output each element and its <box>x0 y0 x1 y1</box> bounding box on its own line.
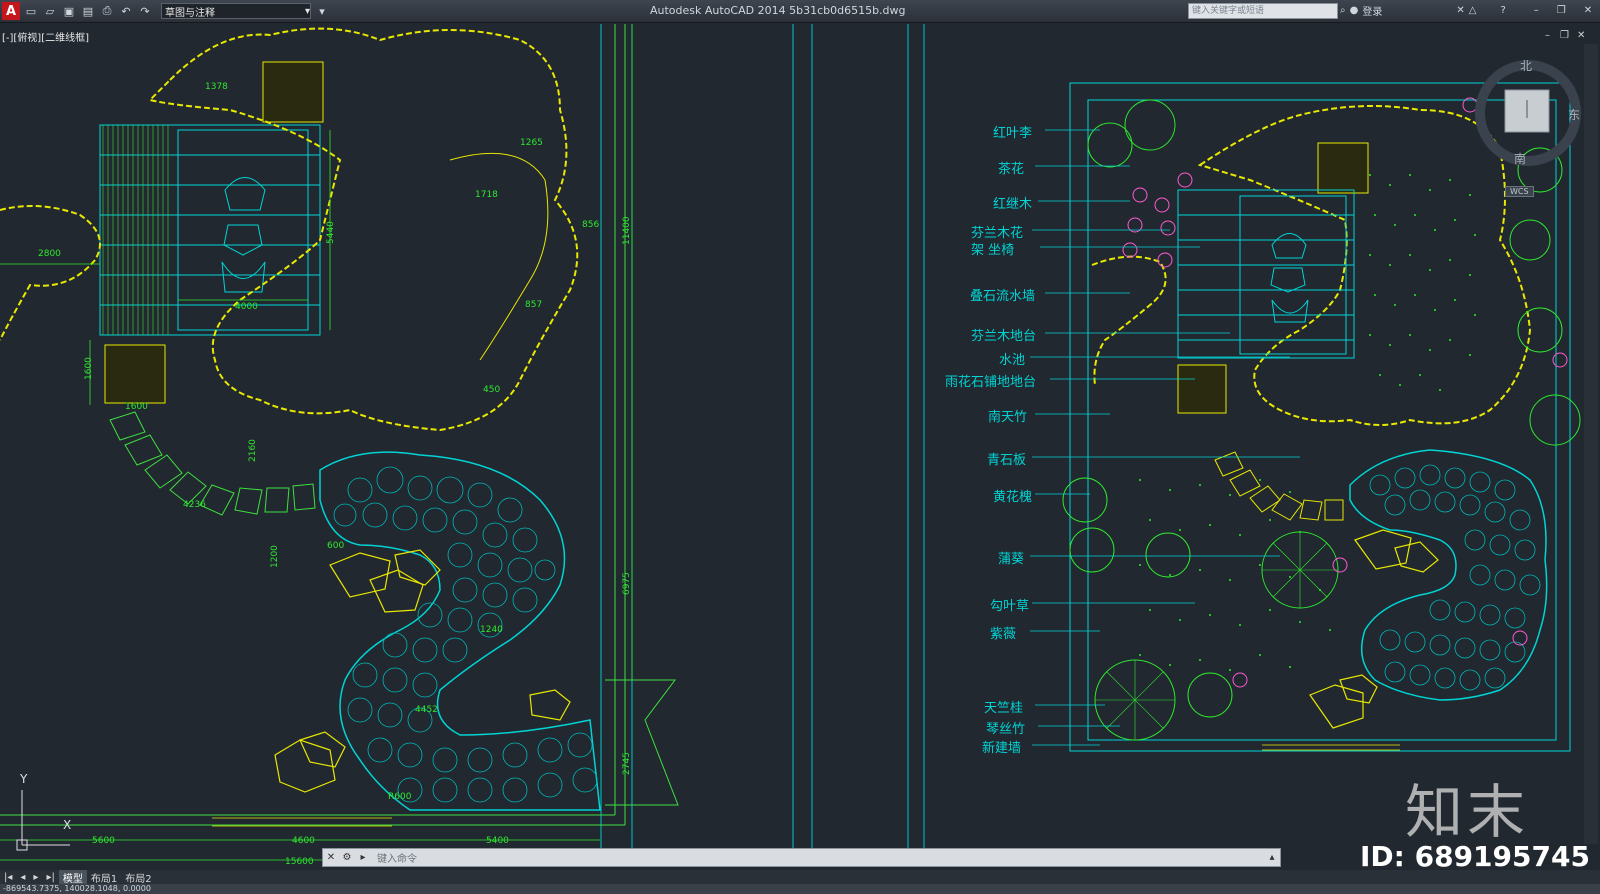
dim-2160: 2160 <box>248 439 258 462</box>
left-cyan-paving <box>319 451 601 811</box>
ucs-y-label: Y <box>20 772 28 786</box>
left-boulders <box>274 549 571 793</box>
right-tree-spokes <box>1095 532 1338 740</box>
plant-label-hongyeli: 红叶李 <box>993 126 1033 141</box>
right-lawn-dots <box>1139 174 1476 671</box>
plant-label-hongjimu: 红继木 <box>993 197 1033 212</box>
plant-label-pool: 水池 <box>999 353 1026 368</box>
dim-600: 600 <box>327 541 345 551</box>
right-side-rocks <box>1091 255 1167 386</box>
drawing-canvas[interactable] <box>0 0 1600 894</box>
command-history-icon[interactable]: ▴ <box>1264 850 1280 866</box>
right-stepping-stones <box>1214 451 1344 521</box>
tab-layout1[interactable]: 布局1 <box>87 870 121 885</box>
gravel-squares <box>104 61 1369 414</box>
dim-1265: 1265 <box>520 138 543 148</box>
dim-4236: 4236 <box>183 500 206 510</box>
ucs-x-label: X <box>63 818 72 832</box>
dim-15600: 15600 <box>285 857 314 867</box>
dim-r600: R600 <box>388 792 412 802</box>
dim-1600-vertical: 1600 <box>84 357 94 380</box>
plant-label-finnish-deck: 芬兰木地台 <box>971 329 1037 344</box>
left-stepping-stones <box>109 411 316 516</box>
tab-nav-prev-icon[interactable]: ◂ <box>16 872 29 883</box>
left-pergola-hatch <box>102 125 169 335</box>
coordinate-readout: -869543.7375, 140028.1048, 0.0000 <box>3 884 151 893</box>
right-bottom-rail <box>1262 744 1400 751</box>
tab-layout2[interactable]: 布局2 <box>121 870 155 885</box>
watermark-id: ID: 689195745 <box>1360 840 1590 873</box>
brand-watermark: 知末 <box>1405 778 1530 846</box>
command-input[interactable]: 键入命令 <box>377 850 1264 865</box>
customize-icon[interactable]: ⚙ <box>339 850 355 866</box>
tab-model[interactable]: 模型 <box>58 869 87 885</box>
dim-1600-horizontal: 1600 <box>125 402 148 412</box>
dim-4452: 4452 <box>415 705 438 715</box>
view-cube <box>1475 60 1581 166</box>
plant-label-senna: 黄花槐 <box>993 490 1033 505</box>
dim-4600: 4600 <box>292 836 315 846</box>
plant-label-cinnamomum: 天竺桂 <box>984 701 1024 716</box>
plant-label-crape-myrtle: 紫薇 <box>990 627 1017 642</box>
right-cyan-paving <box>1349 449 1548 701</box>
plant-label-goyecao: 勾叶草 <box>990 599 1030 614</box>
plant-label-pergola-seat: 架 坐椅 <box>971 243 1015 258</box>
dim-6975: 6975 <box>622 572 632 595</box>
right-boulders <box>1309 529 1439 729</box>
status-bar: -869543.7375, 140028.1048, 0.0000 <box>0 884 1600 894</box>
plant-label-rock-waterwall: 叠石流水墙 <box>970 289 1036 304</box>
dim-5600: 5600 <box>92 836 115 846</box>
wcs-menu[interactable]: WCS <box>1505 186 1534 197</box>
tab-nav-next-icon[interactable]: ▸ <box>29 872 42 883</box>
dim-2745: 2745 <box>622 752 632 775</box>
tab-nav-first-icon[interactable]: |◂ <box>0 872 16 883</box>
plant-label-qinsi-bamboo: 琴丝竹 <box>986 722 1026 737</box>
compass-east-label[interactable]: 东 <box>1568 106 1580 123</box>
left-paving-cells <box>333 466 598 803</box>
dim-1718: 1718 <box>475 190 498 200</box>
sheet-border-lines <box>600 24 925 848</box>
compass-south-label[interactable]: 南 <box>1514 150 1526 167</box>
right-paving-cells <box>1369 464 1541 691</box>
dim-1240: 1240 <box>480 625 503 635</box>
plant-label-new-wall: 新建墙 <box>982 741 1022 756</box>
close-command-icon[interactable]: ✕ <box>323 850 339 866</box>
plant-label-pebble-platform: 雨花石铺地地台 <box>945 375 1037 390</box>
dim-450: 450 <box>483 385 501 395</box>
dim-856: 856 <box>582 220 600 230</box>
dim-1378: 1378 <box>205 82 228 92</box>
plant-label-nandina: 南天竹 <box>988 410 1028 425</box>
dim-1200: 1200 <box>270 545 280 568</box>
command-prompt-icon[interactable]: ▸ <box>355 850 371 866</box>
dim-11400: 11400 <box>622 216 632 245</box>
navigation-bar[interactable] <box>1584 44 1598 844</box>
plant-label-livistona: 蒲葵 <box>998 552 1025 567</box>
tab-nav-last-icon[interactable]: ▸| <box>42 872 58 883</box>
command-line[interactable]: ✕ ⚙ ▸ 键入命令 ▴ <box>322 848 1281 867</box>
compass-north-label[interactable]: 北 <box>1520 57 1532 74</box>
dim-5400: 5400 <box>486 836 509 846</box>
dim-2800: 2800 <box>38 249 61 259</box>
left-inner-pond <box>449 152 549 361</box>
left-side-rocks <box>0 205 101 341</box>
section-marker <box>605 679 679 806</box>
plant-label-bluestone: 青石板 <box>987 453 1027 468</box>
plant-label-chahua: 茶花 <box>998 162 1025 177</box>
dim-857: 857 <box>525 300 543 310</box>
dim-4000: 4000 <box>235 302 258 312</box>
dim-5440: 5440 <box>326 221 336 244</box>
